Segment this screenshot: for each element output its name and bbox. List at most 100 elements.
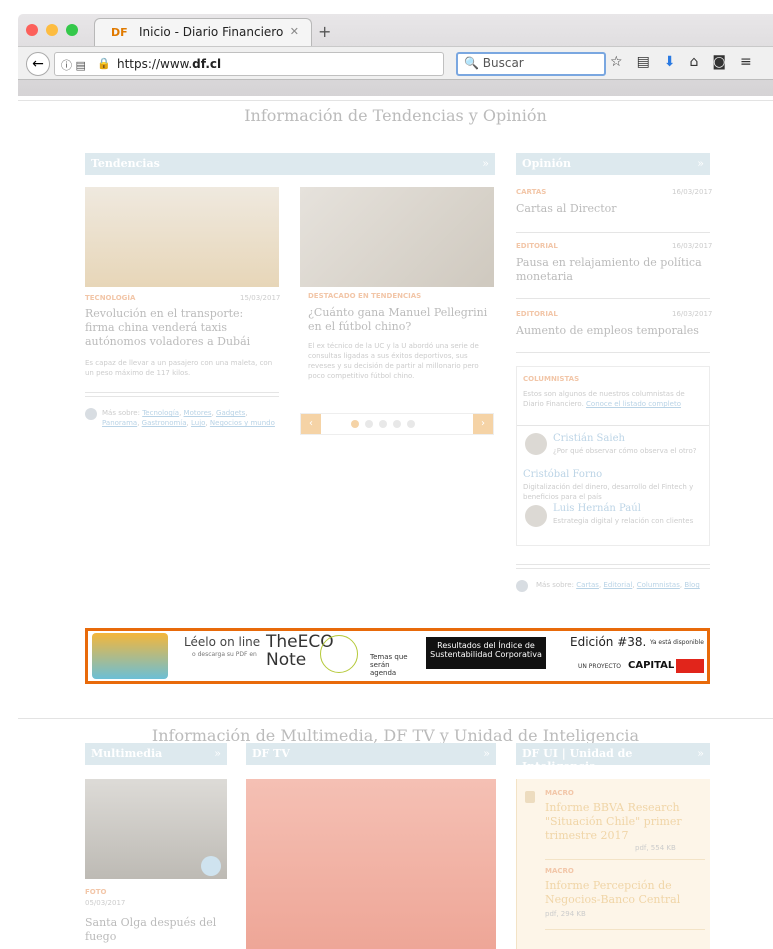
- camera-icon: [201, 856, 221, 876]
- pellegrini-image[interactable]: [300, 187, 494, 287]
- url-text: https://www.df.cl: [117, 57, 221, 71]
- bookmark-star-icon[interactable]: ☆: [610, 54, 637, 70]
- columnistas-list-link[interactable]: Conoce el listado completo: [586, 400, 681, 408]
- ad-results: Resultados del Índice de Sustentabilidad…: [426, 637, 546, 669]
- tag-link[interactable]: Blog: [684, 581, 699, 589]
- columnist-name[interactable]: Cristián Saieh: [553, 433, 625, 444]
- tag-link[interactable]: Cartas: [576, 581, 599, 589]
- article-summary: Es capaz de llevar a un pasajero con una…: [85, 359, 273, 377]
- minimize-window-icon[interactable]: [46, 24, 58, 36]
- tag-link[interactable]: Negocios y mundo: [210, 419, 275, 427]
- article-date: 15/03/2017: [240, 294, 281, 302]
- tag-link[interactable]: Tecnología: [142, 409, 179, 417]
- opinion-date: 16/03/2017: [672, 310, 713, 318]
- columnistas-label: COLUMNISTAS: [523, 375, 580, 383]
- columnistas-intro: Estos son algunos de nuestros columnista…: [523, 389, 705, 409]
- carousel-dot[interactable]: [393, 420, 401, 428]
- opinion-date: 16/03/2017: [672, 188, 713, 196]
- divider: [85, 396, 279, 397]
- divider: [85, 392, 279, 393]
- columnistas-box: COLUMNISTAS Estos son algunos de nuestro…: [516, 366, 710, 546]
- divider: [517, 425, 709, 426]
- multimedia-header-label: Multimedia: [91, 747, 163, 760]
- dfui-header[interactable]: DF UI | Unidad de Inteligencia »: [516, 743, 710, 773]
- site-favicon: DF: [111, 26, 128, 39]
- back-button[interactable]: ←: [26, 52, 50, 76]
- tag-link[interactable]: Columnistas: [637, 581, 680, 589]
- dfui-category: MACRO: [545, 867, 574, 875]
- flying-taxi-image[interactable]: [85, 187, 279, 287]
- tab-close-icon[interactable]: ✕: [290, 25, 299, 38]
- search-input[interactable]: 🔍 Buscar: [456, 52, 606, 76]
- url-domain: df.cl: [192, 57, 222, 71]
- site-info-icon[interactable]: ⓘ ▤: [61, 57, 86, 73]
- dfui-header-label: DF UI | Unidad de Inteligencia: [522, 747, 633, 773]
- carousel-dot[interactable]: [407, 420, 415, 428]
- pocket-icon[interactable]: ◙: [712, 54, 740, 70]
- divider: [516, 352, 710, 353]
- columnist-avatar[interactable]: [525, 505, 547, 527]
- opinion-category: CARTAS: [516, 188, 547, 196]
- opinion-more-tags: Más sobre: Cartas, Editorial, Columnista…: [536, 581, 700, 589]
- multimedia-date: 05/03/2017: [85, 899, 126, 907]
- download-icon[interactable]: ⬇: [664, 54, 690, 70]
- columnist-name[interactable]: Cristóbal Forno: [523, 469, 602, 480]
- opinion-title[interactable]: Cartas al Director: [516, 202, 710, 216]
- menu-icon[interactable]: ≡: [740, 54, 766, 70]
- dfui-title[interactable]: Informe BBVA Research "Situación Chile" …: [545, 801, 705, 843]
- lock-icon: [525, 791, 535, 803]
- ad-project: UN PROYECTO: [578, 663, 622, 670]
- article-category: DESTACADO EN TENDENCIAS: [308, 292, 422, 300]
- tag-link[interactable]: Motores: [184, 409, 212, 417]
- article-title[interactable]: Revolución en el transporte: firma china…: [85, 307, 275, 349]
- home-icon[interactable]: ⌂: [690, 54, 713, 70]
- columnist-avatar[interactable]: [525, 433, 547, 455]
- opinion-title[interactable]: Aumento de empleos temporales: [516, 324, 710, 338]
- opinion-title[interactable]: Pausa en relajamiento de política moneta…: [516, 256, 710, 284]
- opinion-header[interactable]: Opinión »: [516, 153, 710, 175]
- columnist-name[interactable]: Luis Hernán Paúl: [553, 503, 641, 514]
- article-category: TECNOLOGÍA: [85, 294, 136, 302]
- maximize-window-icon[interactable]: [66, 24, 78, 36]
- ad-edition: Edición #38.: [570, 635, 647, 649]
- tag-link[interactable]: Gadgets: [216, 409, 245, 417]
- carousel-dot[interactable]: [365, 420, 373, 428]
- dfui-title[interactable]: Informe Percepción de Negocios-Banco Cen…: [545, 879, 705, 907]
- multimedia-title[interactable]: Santa Olga después del fuego: [85, 916, 227, 944]
- columnist-topic: ¿Por qué observar cómo observa el otro?: [553, 447, 697, 455]
- close-window-icon[interactable]: [26, 24, 38, 36]
- eco-note-ad-banner[interactable]: Léelo on line o descarga su PDF en TheEC…: [85, 628, 710, 684]
- new-tab-button[interactable]: +: [318, 22, 331, 41]
- browser-tab[interactable]: DF Inicio - Diario Financiero ✕: [94, 18, 312, 46]
- divider: [516, 568, 710, 569]
- ad-network-icon: [320, 635, 358, 673]
- carousel-pager: ‹ ›: [300, 413, 494, 435]
- tag-link[interactable]: Gastronomía: [142, 419, 187, 427]
- dftv-header-label: DF TV: [252, 747, 290, 760]
- dftv-video-thumbnail[interactable]: [246, 779, 496, 949]
- navigation-bar: ← ⓘ ▤ 🔒 https://www.df.cl ↻ 🔍 Buscar ☆▤⬇…: [18, 46, 773, 80]
- carousel-next-button[interactable]: ›: [473, 414, 493, 434]
- chevron-right-icon: »: [482, 157, 489, 170]
- carousel-prev-button[interactable]: ‹: [301, 414, 321, 434]
- tendencias-header[interactable]: Tendencias »: [85, 153, 495, 175]
- tab-title: Inicio - Diario Financiero: [139, 25, 284, 39]
- address-bar[interactable]: ⓘ ▤ 🔒 https://www.df.cl ↻: [54, 52, 467, 76]
- divider: [516, 298, 710, 299]
- carousel-dot-active[interactable]: [351, 420, 359, 428]
- reading-list-icon[interactable]: ▤: [637, 54, 664, 70]
- ad-read-online: Léelo on line: [184, 635, 261, 649]
- section-divider: [18, 100, 773, 101]
- carousel-dot[interactable]: [379, 420, 387, 428]
- tag-link[interactable]: Panorama: [102, 419, 137, 427]
- tendencias-header-label: Tendencias: [91, 157, 160, 170]
- more-label: Más sobre:: [536, 581, 574, 589]
- chevron-right-icon: »: [697, 157, 704, 170]
- article-title[interactable]: ¿Cuánto gana Manuel Pellegrini en el fút…: [308, 306, 492, 334]
- section-title-tendencias-opinion: Información de Tendencias y Opinión: [244, 106, 547, 125]
- ad-available: Ya está disponible: [650, 639, 704, 646]
- tag-link[interactable]: Lujo: [191, 419, 205, 427]
- tag-link[interactable]: Editorial: [603, 581, 632, 589]
- dftv-header[interactable]: DF TV »: [246, 743, 496, 765]
- multimedia-header[interactable]: Multimedia »: [85, 743, 227, 765]
